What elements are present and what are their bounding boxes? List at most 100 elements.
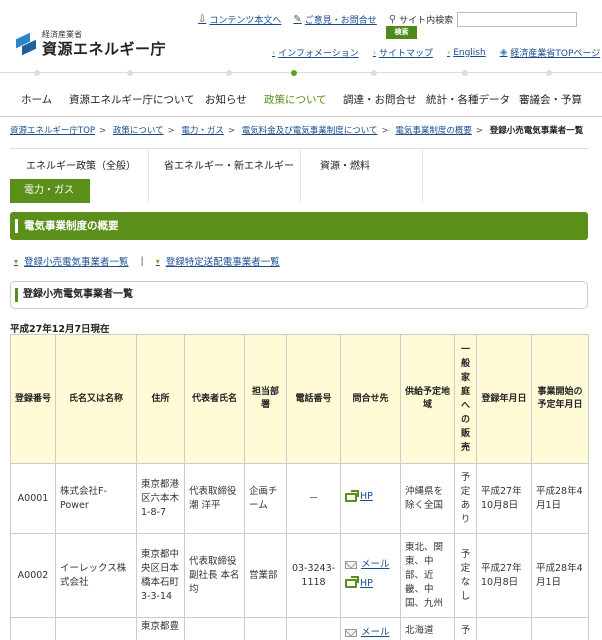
reg-no-cell — [10, 617, 56, 640]
arrow-icon: › — [272, 48, 276, 57]
col-header: 登録番号 — [10, 334, 56, 464]
breadcrumb-item[interactable]: 電気料金及び電気事業制度について — [242, 126, 378, 136]
retail-list-link[interactable]: ▾ 登録小売電気事業者一覧 — [14, 254, 129, 269]
col-header: 問合せ先 — [340, 334, 401, 464]
table-row: 東京都豊 メール 北海道 予 — [10, 617, 589, 640]
area-cell: 東北、関東、中部、近畿、中国、九州 — [400, 533, 455, 618]
start-date-cell: 平成28年4月1日 — [531, 533, 589, 618]
english-link[interactable]: › English — [447, 46, 486, 59]
col-header: 代表者氏名 — [184, 334, 245, 464]
address-cell: 東京都豊 — [136, 617, 185, 640]
site-search-label: ⚲ サイト内検索 — [388, 14, 454, 26]
information-link[interactable]: › インフォメーション — [272, 46, 359, 59]
col-header: 登録年月日 — [476, 334, 532, 464]
rep-cell: 代表取締役副社長 本名 均 — [184, 533, 245, 618]
household-cell: 予定あり — [460, 471, 471, 525]
address-cell: 東京都中央区日本橋本石町3-3-14 — [136, 533, 185, 618]
nav-policy[interactable]: 政策について — [264, 92, 327, 107]
pencil-icon: ✎ — [293, 14, 302, 25]
tab-electricity-gas[interactable]: 電力・ガス — [10, 179, 90, 203]
tel-cell: － — [286, 463, 341, 534]
tab-energy-policy[interactable]: エネルギー政策（全般） — [26, 157, 136, 172]
header-sub-links: › インフォメーション › サイトマップ › English ◈ 経済産業省TOPページ — [272, 46, 600, 59]
reg-date-cell: 平成27年10月8日 — [476, 533, 532, 618]
breadcrumb-item[interactable]: 電気事業制度の概要 — [395, 126, 472, 136]
tel-cell — [286, 617, 341, 640]
section-title: 電気事業制度の概要 — [10, 212, 588, 240]
mail-link[interactable]: メール — [345, 626, 390, 640]
breadcrumb-item[interactable]: 資源エネルギー庁TOP — [10, 126, 95, 136]
subsection-title: 登録小売電気事業者一覧 — [10, 281, 588, 309]
external-link-icon — [345, 576, 359, 589]
breadcrumb-item[interactable]: 電力・ガス — [181, 126, 224, 136]
download-arrow-icon: ⇩ — [198, 14, 207, 25]
triangle-icon: ▾ — [155, 256, 160, 266]
tab-energy-saving[interactable]: 省エネルギー・新エネルギー — [164, 157, 294, 172]
hp-link[interactable]: HP — [345, 576, 373, 591]
breadcrumb: 資源エネルギー庁TOP > 政策について > 電力・ガス > 電気料金及び電気事業制度… — [10, 126, 584, 136]
arrow-icon: › — [372, 48, 376, 57]
col-header: 電話番号 — [286, 334, 341, 464]
tab-resources-fuel[interactable]: 資源・燃料 — [320, 157, 370, 172]
col-header: 住所 — [136, 334, 185, 464]
col-header: 担当部署 — [244, 334, 287, 464]
tel-cell: 03-3243-1118 — [286, 533, 341, 618]
household-cell: 予 — [460, 625, 471, 636]
triangle-icon: ▾ — [14, 256, 19, 266]
as-of-date: 平成27年12月7日現在 — [10, 324, 110, 335]
anchor-links: ▾ 登録小売電気事業者一覧 | ▾ 登録特定送配電事業者一覧 — [14, 254, 280, 269]
nav-statistics[interactable]: 統計・各種データ — [426, 92, 510, 107]
start-date-cell — [531, 617, 589, 640]
retailer-table: 登録番号 氏名又は名称 住所 代表者氏名 担当部署 電話番号 問合せ先 供給予定… — [10, 334, 589, 640]
utility-bar: ⇩ コンテンツ本文へ ✎ ご意見・お問合せ ⚲ サイト内検索 — [198, 12, 578, 27]
area-cell: 北海道 — [400, 617, 455, 640]
reg-date-cell — [476, 617, 532, 640]
external-link-icon — [345, 489, 359, 502]
table-row: A0002 イーレックス株式会社 東京都中央区日本橋本石町3-3-14 代表取締… — [10, 533, 589, 618]
logo-mark-icon — [16, 32, 38, 56]
col-header: 供給予定地域 — [400, 334, 455, 464]
meti-logo-icon: ◈ — [499, 47, 508, 58]
search-button[interactable]: 検索 — [386, 26, 417, 39]
nav-council[interactable]: 審議会・予算 — [519, 92, 582, 107]
breadcrumb-current: 登録小売電気事業者一覧 — [489, 126, 584, 136]
reg-date-cell: 平成27年10月8日 — [476, 463, 532, 534]
table-row: A0001 株式会社F-Power 東京都港区六本木1-8-7 代表取締役 潮 … — [10, 463, 589, 534]
contact-cell: メール HP — [340, 533, 401, 618]
table-header-row: 登録番号 氏名又は名称 住所 代表者氏名 担当部署 電話番号 問合せ先 供給予定… — [10, 334, 589, 464]
meti-top-link[interactable]: ◈ 経済産業省TOPページ — [500, 46, 601, 59]
transmission-list-link[interactable]: ▾ 登録特定送配電事業者一覧 — [155, 254, 280, 269]
area-cell: 沖縄県を除く全国 — [400, 463, 455, 534]
breadcrumb-item[interactable]: 政策について — [113, 126, 164, 136]
dept-cell: 企画チーム — [244, 463, 287, 534]
reg-no-cell: A0002 — [10, 533, 56, 618]
col-header: 一般家庭への販売 — [460, 345, 470, 453]
nav-about[interactable]: 資源エネルギー庁について — [69, 92, 195, 107]
hp-link[interactable]: HP — [345, 489, 373, 504]
arrow-icon: › — [446, 48, 451, 57]
local-tabs: エネルギー政策（全般） 省エネルギー・新エネルギー 資源・燃料 電力・ガス — [10, 148, 588, 203]
mail-icon — [345, 560, 357, 569]
agency-logo[interactable]: 経済産業省 資源エネルギー庁 — [16, 30, 166, 58]
start-date-cell: 平成28年4月1日 — [531, 463, 589, 534]
name-cell: イーレックス株式会社 — [55, 533, 137, 618]
mail-link[interactable]: メール — [345, 558, 390, 572]
skip-to-content-link[interactable]: ⇩ コンテンツ本文へ — [198, 13, 281, 26]
reg-no-cell: A0001 — [10, 463, 56, 534]
dept-cell: 営業部 — [244, 533, 287, 618]
feedback-link[interactable]: ✎ ご意見・お問合せ — [293, 13, 376, 26]
address-cell: 東京都港区六本木1-8-7 — [136, 463, 185, 534]
ministry-name: 経済産業省 — [42, 30, 82, 39]
col-header: 事業開始の予定年月日 — [531, 334, 589, 464]
rep-cell — [184, 617, 245, 640]
sitemap-link[interactable]: › サイトマップ — [373, 46, 433, 59]
nav-home[interactable]: ホーム — [21, 92, 52, 107]
site-search-input[interactable] — [457, 12, 578, 27]
nav-procurement[interactable]: 調達・お問合せ — [343, 92, 417, 107]
col-header: 氏名又は名称 — [55, 334, 137, 464]
nav-news[interactable]: お知らせ — [205, 92, 247, 107]
agency-name: 資源エネルギー庁 — [42, 40, 167, 58]
name-cell — [55, 617, 137, 640]
rep-cell: 代表取締役 潮 洋平 — [184, 463, 245, 534]
search-icon: ⚲ — [388, 14, 397, 25]
